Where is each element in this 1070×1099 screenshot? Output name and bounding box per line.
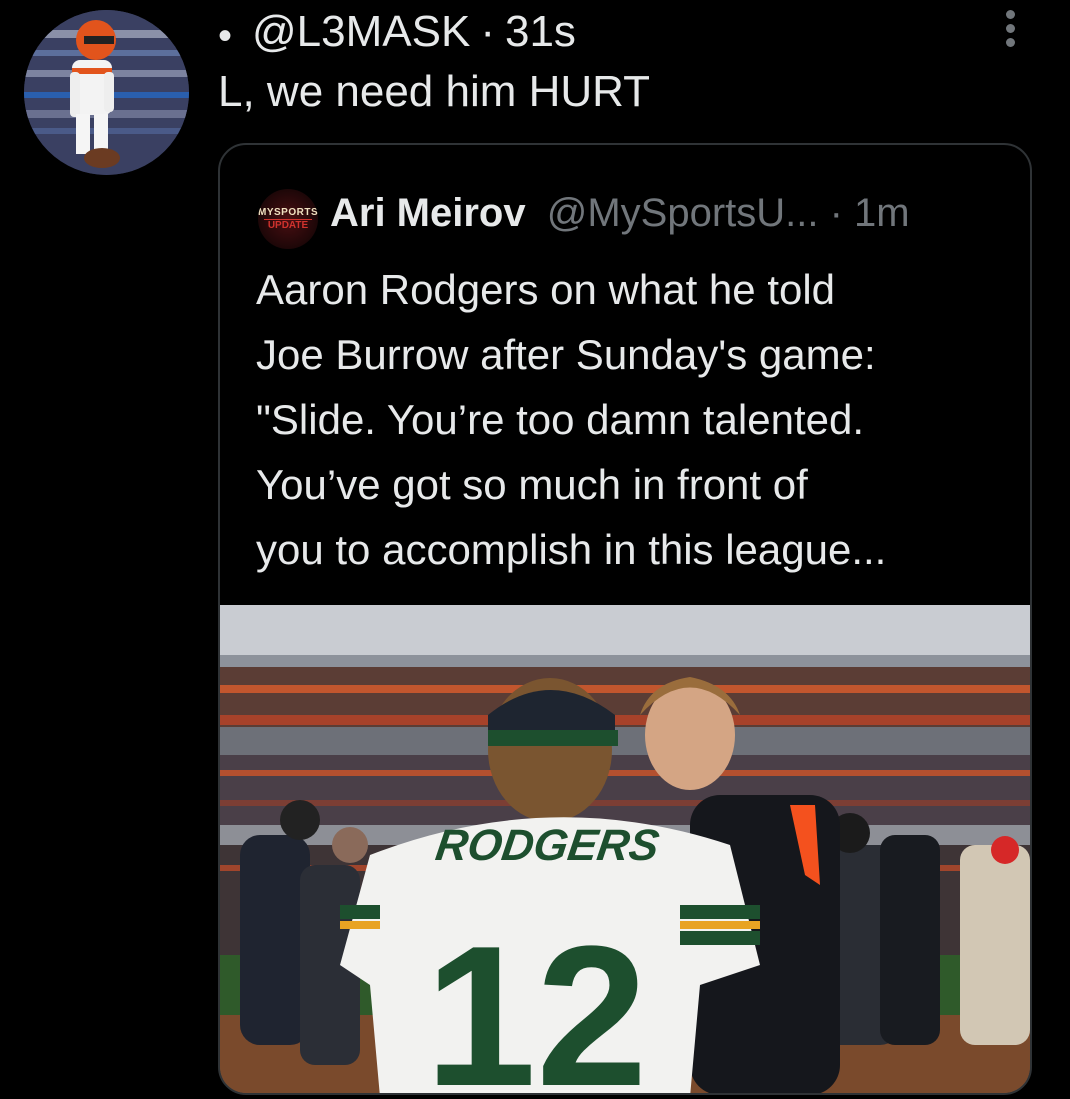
avatar-image (24, 10, 189, 175)
quoted-text-line: Joe Burrow after Sunday's game: (256, 331, 876, 378)
quoted-text: Aaron Rodgers on what he told Joe Burrow… (256, 257, 1016, 582)
logo-line1: MYSPORTS (258, 207, 318, 218)
quoted-tweet[interactable]: MYSPORTS UPDATE Ari Meirov @MySportsU...… (218, 143, 1032, 1095)
more-vertical-icon[interactable] (998, 6, 1022, 50)
jersey-number: 12 (425, 905, 647, 1095)
tweet-header: @L3MASK · 31s (252, 6, 576, 58)
quoted-handle[interactable]: @MySportsU... (547, 191, 819, 235)
tweet-text: L, we need him HURT (218, 67, 651, 116)
separator: · (480, 7, 495, 56)
quoted-text-line: you to accomplish in this league... (256, 526, 887, 573)
user-handle[interactable]: @L3MASK (252, 7, 470, 56)
quoted-display-name[interactable]: Ari Meirov (330, 191, 526, 235)
stadium-photo: RODGERS 12 (220, 605, 1030, 1095)
jersey-name: RODGERS (433, 821, 663, 870)
quoted-avatar[interactable]: MYSPORTS UPDATE (258, 189, 318, 249)
logo-line2: UPDATE (264, 219, 312, 231)
quoted-header: Ari Meirov @MySportsU... · 1m (330, 189, 910, 237)
quoted-timestamp[interactable]: · 1m (830, 191, 910, 235)
quoted-text-line: "Slide. You’re too damn talented. (256, 396, 865, 443)
quoted-photo[interactable]: RODGERS 12 (220, 605, 1030, 1095)
avatar[interactable] (24, 10, 189, 175)
timestamp[interactable]: 31s (505, 7, 576, 56)
quoted-text-line: You’ve got so much in front of (256, 461, 808, 508)
bullet: • (218, 14, 233, 58)
quoted-text-line: Aaron Rodgers on what he told (256, 266, 836, 313)
